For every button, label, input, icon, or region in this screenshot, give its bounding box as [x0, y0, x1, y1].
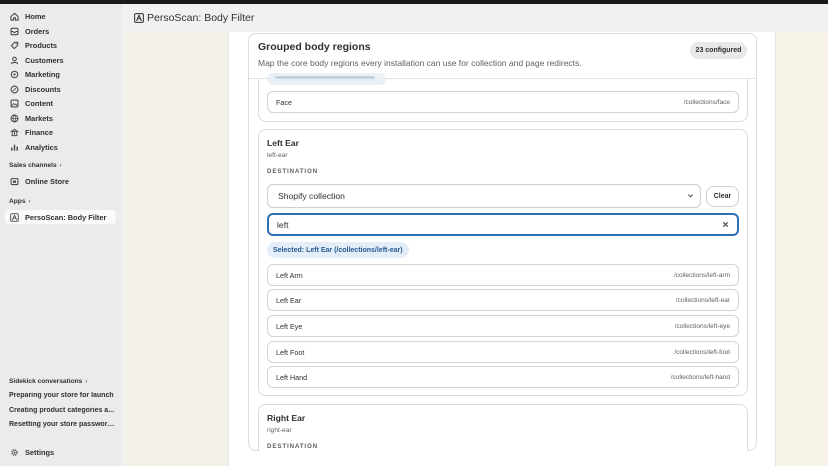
nav-markets-label: Markets — [25, 113, 53, 123]
region-name: Right Ear — [267, 413, 306, 423]
nav-orders-label: Orders — [25, 26, 50, 36]
result-label: Left Foot — [276, 347, 305, 357]
selected-chip-face — [267, 73, 386, 85]
region-slug: right-ear — [267, 427, 292, 434]
nav-orders[interactable]: Orders — [5, 24, 116, 38]
nav-analytics[interactable]: Analytics — [5, 140, 116, 154]
sidekick-header[interactable]: Sidekick conversations › — [9, 378, 87, 385]
sales-channels-label: Sales channels — [9, 162, 57, 169]
row-path: /collections/face — [683, 98, 730, 106]
result-row[interactable]: Left Foot /collections/left-foot — [267, 341, 739, 363]
nav-home-label: Home — [25, 11, 46, 21]
sidekick-conversation[interactable]: Resetting your store password... — [9, 421, 117, 428]
nav-products[interactable]: Products — [5, 38, 116, 52]
sidekick-conversation[interactable]: Preparing your store for launch — [9, 392, 117, 399]
content-icon — [7, 96, 21, 110]
nav-settings[interactable]: Settings — [5, 445, 116, 459]
apps-label: Apps — [9, 198, 26, 205]
chevron-down-icon — [687, 192, 694, 201]
nav-discounts[interactable]: Discounts — [5, 82, 116, 96]
configured-count-badge: 23 configured — [690, 42, 747, 59]
nav-online-store-label: Online Store — [25, 176, 69, 186]
sidekick-conversation[interactable]: Creating product categories a... — [9, 407, 117, 414]
chevron-right-icon: › — [28, 198, 31, 205]
collection-search-input[interactable]: left — [267, 213, 739, 236]
card-subtitle: Map the core body regions every installa… — [258, 58, 582, 68]
nav-online-store[interactable]: Online Store — [5, 174, 116, 188]
result-path: /collections/left-foot — [674, 348, 730, 356]
nav-analytics-label: Analytics — [25, 142, 58, 152]
row-label: Face — [276, 97, 292, 107]
nav-marketing-label: Marketing — [25, 69, 60, 79]
app-title: PersoScan: Body Filter — [147, 12, 255, 24]
nav-marketing[interactable]: Marketing — [5, 67, 116, 81]
home-icon — [7, 9, 21, 23]
marketing-icon — [7, 67, 21, 81]
nav-discounts-label: Discounts — [25, 84, 61, 94]
customers-icon — [7, 53, 21, 67]
face-destination-row[interactable]: Face /collections/face — [267, 91, 739, 113]
frame-right-margin — [776, 32, 828, 466]
app-title-bar: PersoScan: Body Filter — [134, 12, 254, 24]
region-slug: left-ear — [267, 152, 288, 159]
nav-settings-label: Settings — [25, 447, 55, 457]
destination-type-select[interactable]: Shopify collection — [267, 184, 701, 208]
nav-content-label: Content — [25, 98, 53, 108]
nav-home[interactable]: Home — [5, 9, 116, 23]
online-store-icon — [7, 174, 21, 188]
result-row[interactable]: Left Hand /collections/left-hand — [267, 366, 739, 388]
finance-icon — [7, 125, 21, 139]
nav-app-persoscan[interactable]: PersoScan: Body Filter — [5, 210, 116, 224]
destination-label: DESTINATION — [267, 168, 319, 175]
persoscan-app-icon — [7, 210, 21, 224]
sidekick-label: Sidekick conversations — [9, 378, 83, 385]
result-label: Left Hand — [276, 372, 308, 382]
result-label: Left Eye — [276, 321, 303, 331]
orders-icon — [7, 24, 21, 38]
close-icon[interactable] — [722, 220, 729, 230]
persoscan-logo-icon — [134, 13, 144, 23]
chevron-right-icon: › — [85, 378, 88, 385]
result-path: /collections/left-ear — [675, 296, 730, 304]
result-row[interactable]: Left Ear /collections/left-ear — [267, 289, 739, 311]
destination-label: DESTINATION — [267, 443, 319, 450]
result-row[interactable]: Left Eye /collections/left-eye — [267, 315, 739, 337]
gear-icon — [7, 445, 21, 459]
sales-channels-header[interactable]: Sales channels › — [9, 162, 62, 169]
region-card-right-ear — [258, 404, 748, 451]
clear-button[interactable]: Clear — [706, 186, 739, 207]
analytics-icon — [7, 140, 21, 154]
selected-collection-chip: Selected: Left Ear (/collections/left-ea… — [267, 242, 409, 258]
nav-customers-label: Customers — [25, 55, 64, 65]
result-path: /collections/left-arm — [674, 271, 730, 279]
markets-icon — [7, 111, 21, 125]
search-value: left — [277, 219, 289, 230]
discounts-icon — [7, 82, 21, 96]
result-path: /collections/left-hand — [670, 373, 730, 381]
result-label: Left Ear — [276, 295, 302, 305]
products-icon — [7, 38, 21, 52]
frame-left-margin — [124, 32, 228, 466]
nav-markets[interactable]: Markets — [5, 111, 116, 125]
nav-customers[interactable]: Customers — [5, 53, 116, 67]
card-title: Grouped body regions — [258, 41, 371, 53]
nav-finance[interactable]: Finance — [5, 125, 116, 139]
nav-products-label: Products — [25, 40, 58, 50]
result-path: /collections/left-eye — [674, 322, 730, 330]
select-value: Shopify collection — [278, 191, 345, 201]
apps-header[interactable]: Apps › — [9, 198, 30, 205]
region-name: Left Ear — [267, 138, 299, 148]
chevron-right-icon: › — [59, 162, 62, 169]
nav-app-persoscan-label: PersoScan: Body Filter — [25, 212, 107, 222]
nav-finance-label: Finance — [25, 127, 53, 137]
result-label: Left Arm — [276, 270, 303, 280]
nav-content[interactable]: Content — [5, 96, 116, 110]
result-row[interactable]: Left Arm /collections/left-arm — [267, 264, 739, 286]
